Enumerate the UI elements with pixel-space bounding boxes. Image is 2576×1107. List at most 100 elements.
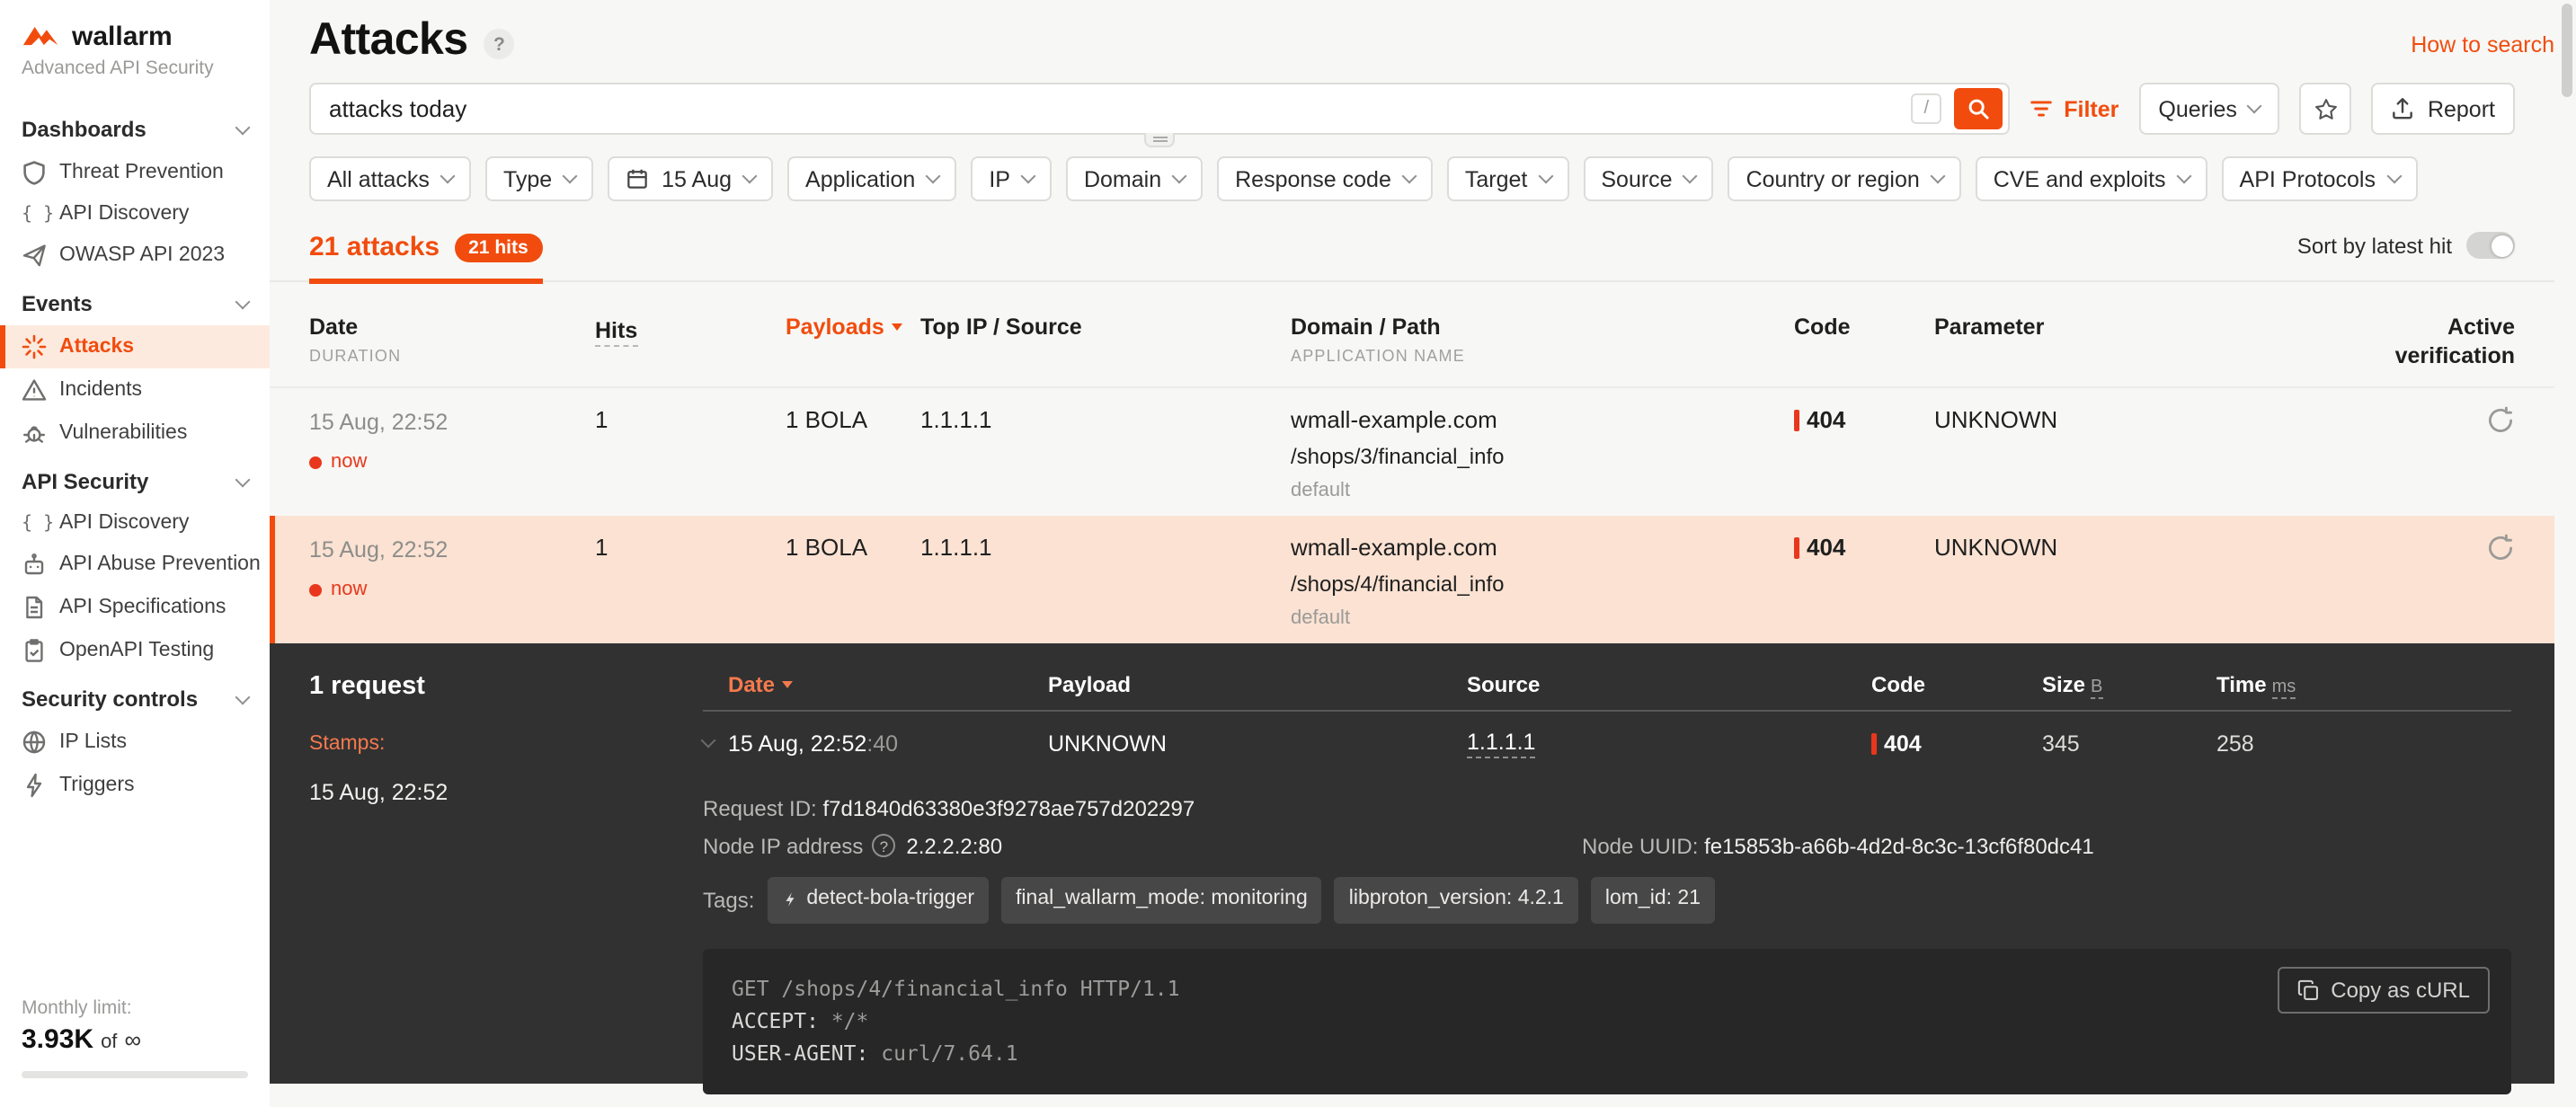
col-header-code: Code [1794,314,1934,340]
tag-detect-bola-trigger[interactable]: detect-bola-trigger [767,877,989,923]
chip-label: CVE and exploits [1994,166,2166,191]
attack-burst-icon [22,334,47,359]
tag-libproton-version[interactable]: libproton_version: 4.2.1 [1335,877,1578,923]
brand[interactable]: wallarm [0,22,270,52]
nav-section-label: Events [22,291,93,316]
nav-section-api-security[interactable]: API Security [0,455,270,503]
request-source-link[interactable]: 1.1.1.1 [1467,731,1535,759]
req-col-size: SizeB [2042,673,2216,698]
monthly-limit-value: 3.93K [22,1024,93,1055]
filter-chip-domain[interactable]: Domain [1066,156,1203,201]
nav-section-events[interactable]: Events [0,277,270,325]
sidebar-item-label: Triggers [59,775,135,796]
queries-button[interactable]: Queries [2138,83,2280,135]
tag-final-wallarm-mode[interactable]: final_wallarm_mode: monitoring [1001,877,1322,923]
nav-section-dashboards[interactable]: Dashboards [0,102,270,151]
clipboard-check-icon [22,638,47,663]
nav-section-label: API Security [22,469,148,494]
status-bar-icon [1794,410,1799,431]
node-ip-value: 2.2.2.2:80 [906,828,1002,864]
sidebar-item-openapi-testing[interactable]: OpenAPI Testing [0,629,270,672]
filter-chip-date[interactable]: 15 Aug [608,156,773,201]
status-bar-icon [1794,537,1799,559]
chip-label: Country or region [1746,166,1920,191]
size-unit[interactable]: B [2091,678,2102,700]
req-col-code: Code [1871,673,2042,698]
help-icon[interactable]: ? [484,29,514,59]
tag-lom-id[interactable]: lom_id: 21 [1591,877,1715,923]
request-id-value: f7d1840d63380e3f9278ae757d202297 [822,797,1195,822]
brand-subtitle: Advanced API Security [0,52,270,79]
how-to-search-link[interactable]: How to search [2411,32,2554,58]
chip-label: Application [805,166,915,191]
chevron-down-icon [1683,169,1698,184]
chevron-down-icon [1401,169,1417,184]
filter-chip-all-attacks[interactable]: All attacks [309,156,471,201]
active-verification-button[interactable] [2486,535,2515,572]
sidebar-item-ip-lists[interactable]: IP Lists [0,721,270,764]
filter-chip-type[interactable]: Type [485,156,593,201]
sidebar-item-label: IP Lists [59,731,127,753]
sidebar-item-owasp-api-2023[interactable]: OWASP API 2023 [0,234,270,277]
chevron-down-icon [1020,169,1035,184]
sidebar-item-api-discovery-2[interactable]: { } API Discovery [0,503,270,543]
sidebar-item-vulnerabilities[interactable]: Vulnerabilities [0,412,270,455]
info-icon[interactable]: ? [872,835,895,858]
col-header-hits[interactable]: Hits [595,318,637,347]
nav-section-label: Security controls [22,686,198,712]
nav-section-security-controls[interactable]: Security controls [0,672,270,721]
filter-chip-api-protocols[interactable]: API Protocols [2222,156,2417,201]
attack-row[interactable]: 15 Aug, 22:52 now 1 1 BOLA 1.1.1.1 wmall… [270,389,2554,517]
col-subheader-duration: DURATION [309,347,595,365]
filter-chip-cve[interactable]: CVE and exploits [1976,156,2207,201]
col-header-label: Payloads [786,314,884,340]
filter-chip-source[interactable]: Source [1583,156,1713,201]
sidebar-item-label: Vulnerabilities [59,422,187,444]
sidebar-item-incidents[interactable]: Incidents [0,368,270,412]
stamps-label: Stamps: [309,734,703,756]
sidebar-item-api-discovery[interactable]: { } API Discovery [0,194,270,234]
sidebar-item-attacks[interactable]: Attacks [0,325,270,368]
braces-icon: { } [22,204,47,224]
req-col-date[interactable]: Date [703,673,1048,698]
sidebar-item-api-abuse-prevention[interactable]: API Abuse Prevention [0,543,270,586]
sidebar-item-threat-prevention[interactable]: Threat Prevention [0,151,270,194]
sidebar-item-api-specifications[interactable]: API Specifications [0,586,270,629]
filter-chip-response-code[interactable]: Response code [1217,156,1433,201]
chevron-down-icon [440,169,455,184]
filter-chip-application[interactable]: Application [787,156,956,201]
chevron-down-icon [235,294,251,309]
copy-as-curl-button[interactable]: Copy as cURL [2277,966,2490,1013]
active-verification-button[interactable] [2486,407,2515,445]
search-box[interactable]: / [309,83,2010,135]
search-input[interactable] [329,95,1911,122]
favorites-button[interactable] [2300,83,2352,135]
attacks-count-tab[interactable]: 21 attacks 21 hits [309,232,543,280]
filter-button[interactable]: Filter [2030,96,2119,121]
col-header-payloads[interactable]: Payloads [786,314,920,340]
vertical-scrollbar-thumb[interactable] [2562,4,2572,97]
search-expander[interactable] [1144,133,1175,147]
requests-count: 1 request [309,673,703,702]
http-header-key: USER-AGENT: [732,1041,868,1067]
attack-domain: wmall-example.com [1291,535,1794,562]
req-col-source: Source [1467,673,1871,698]
stamp-value: 15 Aug, 22:52 [309,781,703,806]
col-subheader-application: APPLICATION NAME [1291,347,1794,365]
sidebar-item-triggers[interactable]: Triggers [0,764,270,807]
attack-row-expanded[interactable]: 15 Aug, 22:52 now 1 1 BOLA 1.1.1.1 wmall… [270,517,2554,644]
filter-chip-ip[interactable]: IP [971,156,1052,201]
sidebar-item-label: API Discovery [59,512,189,534]
filter-chip-country[interactable]: Country or region [1728,156,1961,201]
filter-chip-target[interactable]: Target [1447,156,1569,201]
request-row[interactable]: 15 Aug, 22:52:40 UNKNOWN 1.1.1.1 404 345… [703,713,2511,777]
requests-table-header: Date Payload Source Code SizeB Timems [703,673,2511,713]
attack-date: 15 Aug, 22:52 [309,538,448,563]
tags-row: Tags: detect-bola-trigger final_wallarm_… [703,877,2511,923]
time-unit[interactable]: ms [2272,678,2296,700]
sort-toggle[interactable] [2466,232,2515,259]
results-summary: 21 attacks 21 hits Sort by latest hit [270,232,2554,282]
search-button[interactable] [1954,88,2003,129]
report-button[interactable]: Report [2372,83,2515,135]
attack-parameter: UNKNOWN [1934,407,2344,434]
